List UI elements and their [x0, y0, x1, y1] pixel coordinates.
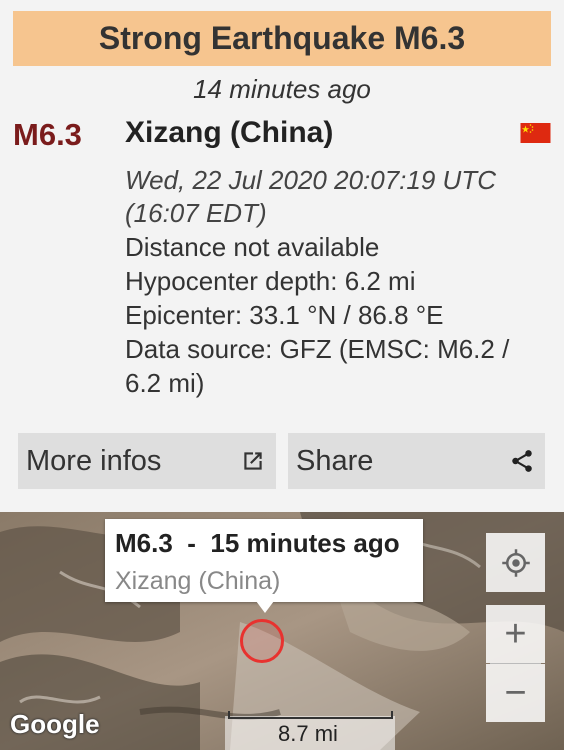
- share-button[interactable]: Share: [288, 433, 545, 489]
- title-banner: Strong Earthquake M6.3: [13, 11, 551, 66]
- share-icon: [507, 446, 537, 476]
- more-infos-button[interactable]: More infos: [18, 433, 276, 489]
- zoom-in-button[interactable]: +: [486, 605, 545, 663]
- map-info-popup[interactable]: M6.3 - 15 minutes ago Xizang (China): [105, 519, 423, 602]
- region-label: Xizang (China): [125, 116, 334, 149]
- data-source-text: Data source: GFZ (EMSC: M6.2 /: [125, 334, 510, 364]
- magnitude-label: M6.3: [13, 117, 82, 152]
- external-link-icon: [238, 446, 268, 476]
- google-logo: Google: [10, 709, 100, 739]
- depth-text: Hypocenter depth: 6.2 mi: [125, 266, 416, 296]
- crosshair-icon: [501, 548, 530, 577]
- epicenter-marker[interactable]: [240, 619, 284, 663]
- datetime-utc: Wed, 22 Jul 2020 20:07:19 UTC: [125, 165, 496, 195]
- event-details: Wed, 22 Jul 2020 20:07:19 UTC (16:07 EDT…: [125, 164, 545, 400]
- my-location-button[interactable]: [486, 533, 545, 592]
- popup-title: M6.3 - 15 minutes ago: [115, 528, 400, 558]
- data-source-text-cont: 6.2 mi): [125, 368, 205, 398]
- time-ago-text: 14 minutes ago: [193, 74, 371, 104]
- more-infos-label: More infos: [26, 444, 162, 477]
- zoom-out-button[interactable]: −: [486, 664, 545, 722]
- distance-text: Distance not available: [125, 232, 380, 262]
- scale-label: 8.7 mi: [278, 721, 338, 746]
- earthquake-detail-screen: Strong Earthquake M6.3 14 minutes ago M6…: [0, 0, 564, 750]
- epicenter-text: Epicenter: 33.1 °N / 86.8 °E: [125, 300, 444, 330]
- page-title: Strong Earthquake M6.3: [98, 20, 466, 56]
- china-flag-icon: [520, 123, 551, 143]
- share-label: Share: [296, 444, 374, 477]
- scale-tick-right: [391, 711, 393, 719]
- popup-pointer: [256, 601, 274, 613]
- scale-line: [228, 717, 393, 719]
- popup-subtitle: Xizang (China): [115, 567, 281, 595]
- datetime-local: (16:07 EDT): [125, 198, 267, 228]
- scale-tick-left: [228, 711, 230, 719]
